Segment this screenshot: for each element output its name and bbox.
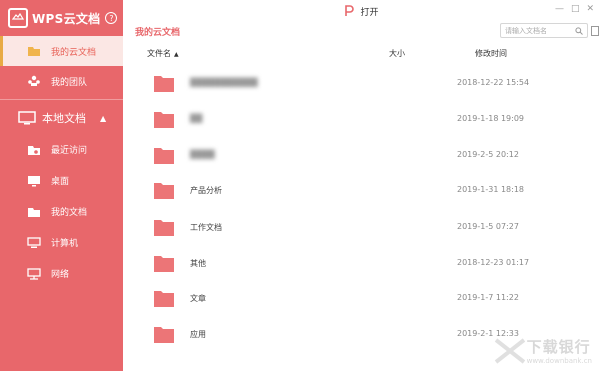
- desktop-icon: [27, 175, 41, 187]
- sidebar-group-local-docs[interactable]: 本地文档 ▲: [0, 102, 123, 134]
- column-header-modified[interactable]: 修改时间: [475, 48, 507, 59]
- sidebar: WPS云文档 ? 我的云文档 我的团队 本地文档 ▲ 最近访问 桌面 我的文档 …: [0, 0, 123, 371]
- folder-icon: [154, 291, 174, 307]
- folder-icon: [27, 45, 41, 57]
- sidebar-item-computer[interactable]: 计算机: [0, 227, 123, 258]
- sidebar-item-label: 我的文档: [51, 208, 88, 218]
- folder-icon: [154, 148, 174, 164]
- file-name: ██: [190, 114, 203, 123]
- file-modified: 2018-12-22 15:54: [457, 78, 530, 87]
- table-row[interactable]: ██ 2019-1-18 19:09: [123, 110, 583, 144]
- file-name: 产品分析: [190, 186, 222, 195]
- close-icon[interactable]: ✕: [586, 4, 594, 14]
- breadcrumb[interactable]: 我的云文档: [135, 25, 180, 38]
- search-box[interactable]: [500, 23, 588, 38]
- wps-logo-icon: [8, 8, 28, 28]
- folder-icon: [154, 183, 174, 199]
- sidebar-item-desktop[interactable]: 桌面: [0, 165, 123, 196]
- sidebar-item-network[interactable]: 网络: [0, 258, 123, 289]
- sidebar-item-label: 计算机: [51, 239, 79, 249]
- table-header: 文件名 ▲ 大小 修改时间: [123, 44, 600, 62]
- app-title: WPS云文档: [32, 11, 101, 26]
- sidebar-item-label: 我的团队: [51, 77, 88, 88]
- app-header: WPS云文档 ?: [0, 0, 123, 36]
- sidebar-item-my-team[interactable]: 我的团队: [0, 66, 123, 96]
- minimize-icon[interactable]: —: [555, 4, 564, 14]
- file-name: 文章: [190, 294, 206, 303]
- table-row[interactable]: 工作文档 2019-1-5 07:27: [123, 218, 583, 252]
- file-name: 其他: [190, 259, 206, 268]
- sidebar-item-label: 网络: [51, 270, 70, 280]
- sidebar-item-my-cloud-docs[interactable]: 我的云文档: [0, 36, 123, 66]
- file-name: ████: [190, 150, 215, 159]
- watermark-logo-icon: [494, 337, 525, 364]
- column-header-size[interactable]: 大小: [389, 48, 405, 59]
- file-name: 应用: [190, 330, 206, 339]
- folder-icon: [154, 220, 174, 236]
- file-name: 工作文档: [190, 223, 222, 232]
- window-controls: — □ ✕: [555, 4, 594, 14]
- folder-icon: [154, 76, 174, 92]
- open-icon: [344, 5, 355, 17]
- search-icon[interactable]: [575, 26, 583, 35]
- watermark-brand: 下载银行: [526, 338, 591, 356]
- sidebar-item-label: 我的云文档: [51, 47, 97, 58]
- file-modified: 2019-1-18 19:09: [457, 114, 524, 123]
- table-row[interactable]: ███████████ 2018-12-22 15:54: [123, 74, 583, 108]
- help-icon[interactable]: ?: [105, 12, 118, 24]
- toolbar: 打开 — □ ✕: [123, 0, 600, 22]
- watermark: 下载银行 www.downbank.cn: [493, 336, 592, 365]
- file-name: ███████████: [190, 78, 258, 87]
- search-input[interactable]: [505, 26, 575, 35]
- sidebar-item-label: 桌面: [51, 177, 70, 187]
- open-button-label: 打开: [360, 7, 379, 18]
- sidebar-item-recent[interactable]: 最近访问: [0, 134, 123, 165]
- sidebar-item-label: 最近访问: [51, 146, 88, 156]
- monitor-icon: [18, 111, 36, 125]
- path-row: 我的云文档: [123, 22, 600, 40]
- file-modified: 2019-2-5 20:12: [457, 150, 519, 159]
- caret-up-icon: ▲: [100, 113, 107, 123]
- team-icon: [27, 75, 41, 87]
- watermark-url: www.downbank.cn: [526, 357, 592, 365]
- folder-icon: [154, 112, 174, 128]
- column-header-name[interactable]: 文件名 ▲: [147, 48, 179, 59]
- documents-icon: [27, 206, 41, 218]
- sidebar-group-label: 本地文档: [42, 112, 86, 125]
- file-modified: 2019-1-31 18:18: [457, 185, 524, 194]
- table-row[interactable]: 文章 2019-1-7 11:22: [123, 289, 583, 323]
- table-row[interactable]: ████ 2019-2-5 20:12: [123, 146, 583, 180]
- table-row[interactable]: 产品分析 2019-1-31 18:18: [123, 181, 583, 215]
- sidebar-divider: [0, 99, 123, 100]
- open-button[interactable]: 打开: [344, 5, 379, 18]
- watermark-text: 下载银行 www.downbank.cn: [527, 336, 592, 365]
- recent-icon: [27, 144, 41, 156]
- folder-icon: [154, 327, 174, 343]
- sidebar-item-my-documents[interactable]: 我的文档: [0, 196, 123, 227]
- maximize-icon[interactable]: □: [571, 4, 580, 14]
- file-modified: 2019-1-5 07:27: [457, 222, 519, 231]
- file-modified: 2018-12-23 01:17: [457, 258, 530, 267]
- table-row[interactable]: 其他 2018-12-23 01:17: [123, 254, 583, 288]
- folder-icon: [154, 256, 174, 272]
- network-icon: [27, 267, 41, 280]
- computer-icon: [27, 236, 41, 249]
- sort-asc-icon: ▲: [174, 51, 179, 58]
- details-panel-icon[interactable]: [591, 26, 599, 36]
- file-modified: 2019-1-7 11:22: [457, 293, 519, 302]
